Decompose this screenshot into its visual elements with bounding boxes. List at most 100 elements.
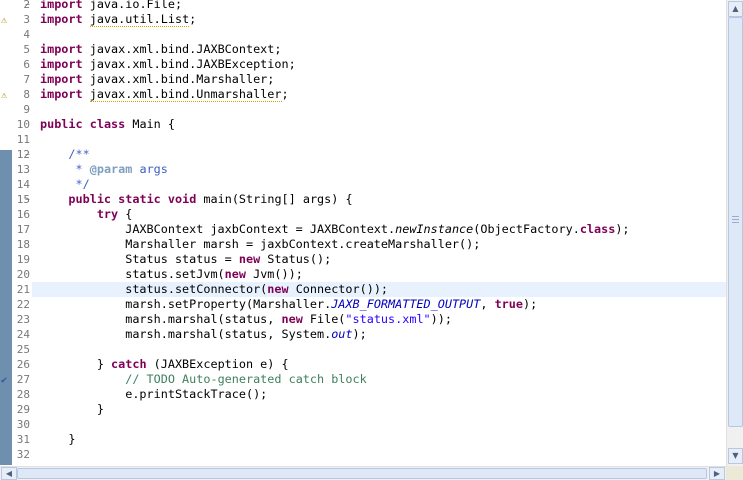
code-line[interactable]: try { <box>40 207 133 222</box>
code-token: ); <box>615 222 630 236</box>
fold-toggle-icon[interactable]: − <box>25 192 30 207</box>
code-token: import <box>40 57 83 71</box>
line-number: 3 <box>23 13 30 26</box>
code-token: marsh.marshal(status, System. <box>40 327 332 341</box>
code-line[interactable]: status.setJvm(new Jvm()); <box>40 267 303 282</box>
line-number: 21 <box>16 283 30 296</box>
line-number: 22 <box>16 298 30 311</box>
code-line[interactable]: // TODO Auto-generated catch block <box>40 372 367 387</box>
code-token: File( <box>302 312 346 326</box>
code-line[interactable]: * @param args <box>40 162 168 177</box>
code-token: marsh.setProperty(Marshaller. <box>40 297 332 311</box>
line-number: 28 <box>16 388 30 401</box>
line-number: 20 <box>16 268 30 281</box>
line-number: 4 <box>23 28 30 41</box>
code-line[interactable]: */ <box>40 177 90 192</box>
code-line[interactable]: public class Main { <box>40 117 175 132</box>
code-token: Status status = <box>40 252 239 266</box>
task-icon[interactable]: ✔ <box>1 375 11 386</box>
code-token: true <box>494 297 523 311</box>
line-number: 24 <box>16 328 30 341</box>
code-line[interactable]: } <box>40 432 76 447</box>
horizontal-scrollbar[interactable]: ◀ ▶ <box>0 466 726 480</box>
scroll-left-button[interactable]: ◀ <box>1 467 17 480</box>
fold-toggle-icon[interactable]: − <box>25 147 30 162</box>
line-number: 6 <box>23 58 30 71</box>
scroll-up-button[interactable]: ▲ <box>728 1 743 17</box>
code-token: } <box>40 432 76 446</box>
code-token: ; <box>281 87 289 101</box>
code-line[interactable]: import javax.xml.bind.JAXBException; <box>40 57 296 72</box>
code-token: status.setConnector( <box>40 282 268 296</box>
code-line[interactable]: JAXBContext jaxbContext = JAXBContext.ne… <box>40 222 630 237</box>
code-token: catch <box>111 357 147 371</box>
line-number: 30 <box>16 418 30 431</box>
code-line[interactable]: Status status = new Status(); <box>40 252 331 267</box>
line-number: 14 <box>16 178 30 191</box>
code-line[interactable]: } <box>40 402 104 417</box>
code-token: import <box>40 42 83 56</box>
arrow-right-icon: ▶ <box>713 469 721 478</box>
code-token: /** <box>68 147 90 161</box>
java-code-editor[interactable]: 2−3 4 5 6 7 8 9 10 11 12−13 14 15−16 17 18 19 20 21 22 23 2… <box>0 0 743 480</box>
code-token: javax.xml.bind.Unmarshaller <box>89 87 282 102</box>
code-line[interactable]: } catch (JAXBException e) { <box>40 357 289 372</box>
code-token: new <box>238 252 261 266</box>
code-token: static <box>118 192 161 206</box>
horizontal-scroll-thumb[interactable] <box>17 468 707 479</box>
code-token: "status.xml" <box>345 312 431 326</box>
code-line[interactable]: marsh.marshal(status, new File("status.x… <box>40 312 452 327</box>
code-area[interactable]: import java.io.File; import java.util.Lis… <box>40 0 726 466</box>
code-token: javax.xml.bind.JAXBException; <box>82 57 296 71</box>
scroll-down-button[interactable]: ▼ <box>728 448 743 464</box>
code-token: */ <box>68 177 90 191</box>
line-number: 7 <box>23 73 30 86</box>
vertical-scroll-thumb[interactable] <box>728 17 743 427</box>
code-line[interactable]: import javax.xml.bind.Unmarshaller; <box>40 87 289 102</box>
code-line[interactable]: import java.io.File; <box>40 0 182 12</box>
arrow-up-icon: ▲ <box>732 4 739 13</box>
code-line[interactable]: Marshaller marsh = jaxbContext.createMar… <box>40 237 480 252</box>
code-line[interactable]: import java.util.List; <box>40 12 196 27</box>
code-token: args <box>132 162 168 176</box>
code-token: main(String[] args) { <box>196 192 353 206</box>
line-number: 26 <box>16 358 30 371</box>
line-number: 5 <box>23 43 30 56</box>
code-line[interactable]: public static void main(String[] args) { <box>40 192 353 207</box>
code-token: , <box>480 297 495 311</box>
code-token: java.io.File; <box>82 0 183 11</box>
warning-icon[interactable]: ⚠ <box>1 90 11 101</box>
code-token: JAXBContext jaxbContext = JAXBContext. <box>40 222 396 236</box>
line-number: 32 <box>16 448 30 461</box>
code-token: new <box>224 267 246 281</box>
line-number: 18 <box>16 238 30 251</box>
fold-toggle-icon[interactable]: − <box>25 0 30 12</box>
arrow-left-icon: ◀ <box>5 469 13 478</box>
ruler-range-indicator <box>0 150 12 465</box>
code-line[interactable]: e.printStackTrace(); <box>40 387 267 402</box>
code-line[interactable]: marsh.marshal(status, System.out); <box>40 327 367 342</box>
scroll-right-button[interactable]: ▶ <box>709 467 725 480</box>
code-token: Status(); <box>260 252 332 266</box>
code-line[interactable]: /** <box>40 147 90 162</box>
vertical-scrollbar[interactable]: ▲ ▼ <box>726 0 743 466</box>
line-number: 8 <box>23 88 30 101</box>
code-line[interactable]: import javax.xml.bind.Marshaller; <box>40 72 274 87</box>
code-line[interactable]: marsh.setProperty(Marshaller.JAXB_FORMAT… <box>40 297 537 312</box>
code-token: new <box>267 282 289 296</box>
code-line[interactable]: import javax.xml.bind.JAXBContext; <box>40 42 282 57</box>
code-token: JAXB_FORMATTED_OUTPUT <box>331 297 481 311</box>
code-token: try <box>96 207 119 221</box>
warning-icon[interactable]: ⚠ <box>1 15 11 26</box>
code-line[interactable]: status.setConnector(new Connector()); <box>40 282 388 297</box>
code-token: // TODO Auto-generated catch block <box>125 372 367 386</box>
code-token: * <box>68 162 90 176</box>
overview-ruler <box>0 0 12 466</box>
code-token: status.setJvm( <box>40 267 225 281</box>
